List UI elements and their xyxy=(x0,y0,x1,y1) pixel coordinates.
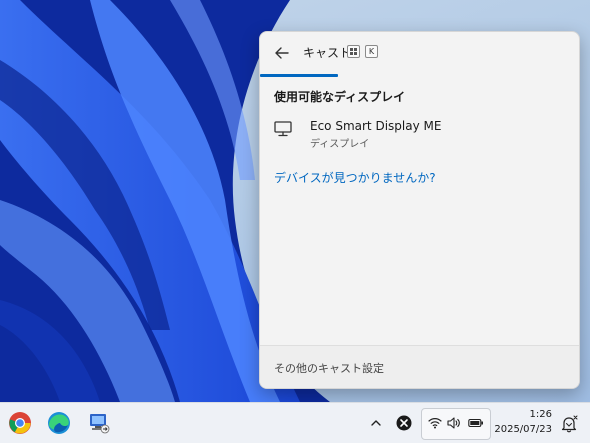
remote-desktop-icon xyxy=(90,414,110,434)
device-item[interactable]: Eco Smart Display ME ディスプレイ xyxy=(264,112,575,154)
back-arrow-icon xyxy=(275,47,289,59)
notification-bell-icon xyxy=(561,415,578,433)
taskbar-app-remote-desktop[interactable] xyxy=(85,409,113,437)
shortcut-key-badge: K xyxy=(365,45,378,58)
close-circle-icon xyxy=(396,415,412,431)
device-type: ディスプレイ xyxy=(310,139,370,150)
clock-date: 2025/07/23 xyxy=(494,424,552,435)
chevron-up-icon xyxy=(371,420,381,426)
panel-footer: その他のキャスト設定 xyxy=(260,345,579,388)
show-hidden-icons-button[interactable] xyxy=(366,412,386,434)
taskbar-clock[interactable]: 1:26 2025/07/23 xyxy=(492,407,552,437)
edge-icon xyxy=(48,412,70,434)
quick-settings-button[interactable] xyxy=(421,408,491,440)
windows-key-icon xyxy=(347,45,360,58)
speaker-icon xyxy=(447,417,460,429)
device-not-found-link[interactable]: デバイスが見つかりませんか? xyxy=(274,169,436,186)
taskbar: 1:26 2025/07/23 xyxy=(0,402,590,443)
wifi-icon xyxy=(428,418,442,429)
more-cast-settings-link[interactable]: その他のキャスト設定 xyxy=(274,360,384,376)
notification-button[interactable] xyxy=(558,413,580,435)
device-name: Eco Smart Display ME xyxy=(310,119,442,133)
monitor-icon xyxy=(274,121,292,137)
chrome-icon xyxy=(9,412,31,434)
taskbar-app-edge[interactable] xyxy=(45,409,73,437)
taskbar-app-chrome[interactable] xyxy=(6,409,34,437)
cast-panel: キャスト K 使用可能なディスプレイ Eco Smart Display ME … xyxy=(259,31,580,389)
panel-header: キャスト K xyxy=(260,32,579,77)
battery-icon xyxy=(468,418,483,428)
available-displays-heading: 使用可能なディスプレイ xyxy=(274,90,406,104)
back-button[interactable] xyxy=(270,41,294,65)
clock-time: 1:26 xyxy=(529,409,552,420)
header-accent-bar xyxy=(260,74,338,77)
panel-title: キャスト xyxy=(303,46,352,60)
tray-app-button[interactable] xyxy=(394,413,414,433)
